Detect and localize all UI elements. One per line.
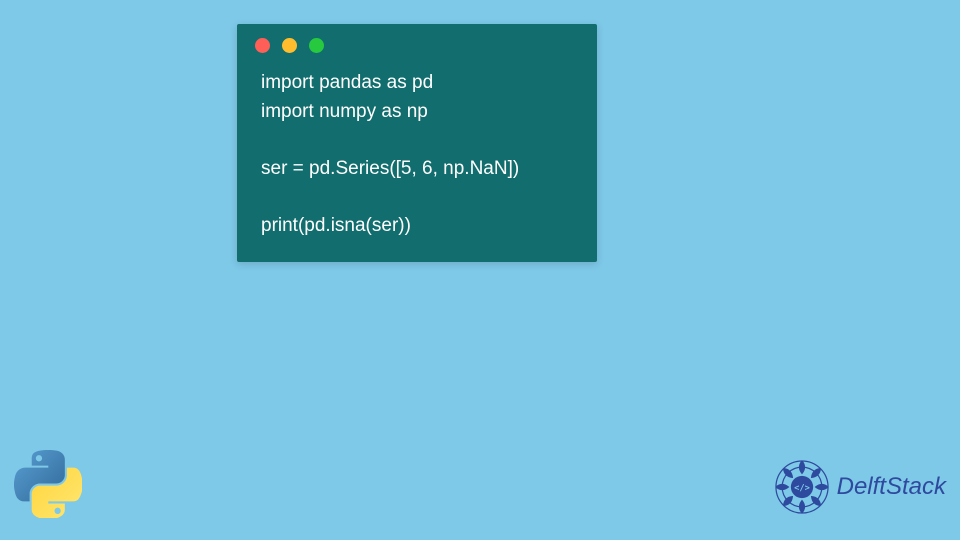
code-content: import pandas as pd import numpy as np s…	[237, 63, 597, 262]
maximize-icon	[309, 38, 324, 53]
python-logo-icon	[14, 450, 82, 518]
delftstack-logo: </> DelftStack	[771, 456, 946, 518]
minimize-icon	[282, 38, 297, 53]
code-window: import pandas as pd import numpy as np s…	[237, 24, 597, 262]
code-line: import pandas as pd	[261, 72, 433, 93]
svg-text:</>: </>	[794, 484, 810, 494]
mandala-icon: </>	[771, 456, 833, 518]
close-icon	[255, 38, 270, 53]
traffic-lights	[237, 24, 597, 63]
code-line: import numpy as np	[261, 101, 428, 122]
code-line: ser = pd.Series([5, 6, np.NaN])	[261, 158, 519, 179]
code-line: print(pd.isna(ser))	[261, 215, 411, 236]
brand-name: DelftStack	[837, 473, 946, 501]
